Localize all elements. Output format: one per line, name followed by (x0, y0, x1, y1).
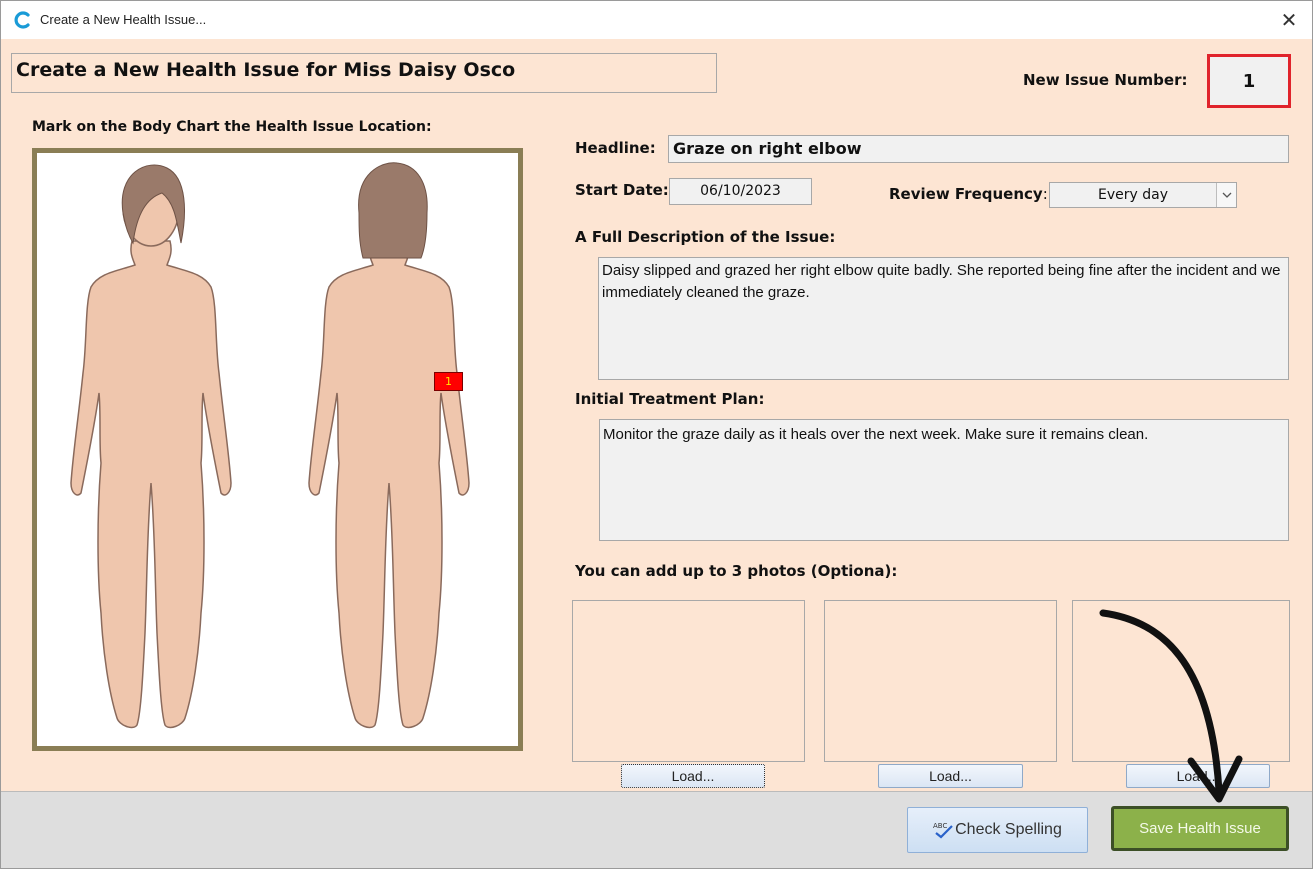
spellcheck-icon: ABC (933, 822, 953, 839)
back-body-figure (308, 240, 470, 729)
headline-input[interactable]: Graze on right elbow (668, 135, 1289, 163)
review-frequency-select[interactable]: Every day (1049, 182, 1237, 208)
front-body-figure (70, 169, 232, 729)
treatment-plan-label: Initial Treatment Plan: (575, 390, 765, 408)
description-textarea[interactable]: Daisy slipped and grazed her right elbow… (598, 257, 1289, 380)
load-photo-2-button[interactable]: Load... (878, 764, 1023, 788)
back-hair (358, 162, 428, 259)
svg-text:ABC: ABC (933, 822, 947, 830)
treatment-plan-textarea[interactable]: Monitor the graze daily as it heals over… (599, 419, 1289, 541)
dialog-content: Create a New Health Issue for Miss Daisy… (1, 39, 1312, 791)
load-photo-3-button[interactable]: Load... (1126, 764, 1270, 788)
dialog-window: Create a New Health Issue... ✕ Create a … (0, 0, 1313, 869)
c-logo-icon (14, 11, 30, 29)
photo-slot-1[interactable] (572, 600, 805, 762)
chevron-down-icon[interactable] (1216, 183, 1236, 207)
window-title: Create a New Health Issue... (40, 12, 207, 27)
review-frequency-colon: : (1042, 185, 1048, 203)
body-chart[interactable]: 1 (32, 148, 523, 751)
review-frequency-label: Review Frequency: (889, 185, 1048, 203)
close-icon: ✕ (1280, 9, 1298, 32)
photo-slot-3[interactable] (1072, 600, 1290, 762)
issue-marker[interactable]: 1 (434, 372, 463, 391)
page-title: Create a New Health Issue for Miss Daisy… (11, 53, 717, 93)
start-date-label: Start Date: (575, 181, 669, 199)
description-label: A Full Description of the Issue: (575, 228, 836, 246)
load-photo-1-button[interactable]: Load... (621, 764, 765, 788)
headline-label: Headline: (575, 139, 656, 157)
photos-label: You can add up to 3 photos (Optiona): (575, 562, 898, 580)
issue-number-label: New Issue Number: (1023, 71, 1188, 89)
review-frequency-value: Every day (1098, 187, 1168, 203)
close-button[interactable]: ✕ (1266, 1, 1312, 39)
review-frequency-text: Review Frequency (889, 185, 1043, 203)
dialog-footer: ABC Check Spelling Save Health Issue (1, 791, 1312, 868)
photo-slot-2[interactable] (824, 600, 1057, 762)
check-spelling-label: Check Spelling (955, 821, 1062, 838)
body-figures-image (70, 162, 470, 729)
save-health-issue-button[interactable]: Save Health Issue (1111, 806, 1289, 851)
start-date-field[interactable]: 06/10/2023 (669, 178, 812, 205)
issue-number-field: 1 (1207, 54, 1291, 108)
check-spelling-button[interactable]: ABC Check Spelling (907, 807, 1088, 853)
body-chart-label: Mark on the Body Chart the Health Issue … (32, 119, 432, 135)
title-bar: Create a New Health Issue... ✕ (1, 1, 1312, 39)
